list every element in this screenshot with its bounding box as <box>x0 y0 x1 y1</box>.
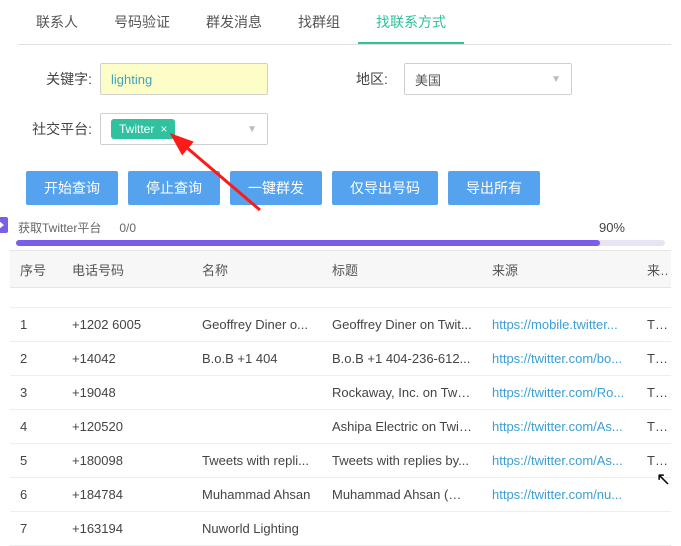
cell-name: Tweets with repli... <box>192 453 322 468</box>
status-label: 获取Twitter平台 <box>18 219 101 236</box>
cell-extra: Tv <box>637 317 667 332</box>
table-row[interactable]: 5+180098Tweets with repli...Tweets with … <box>10 444 671 478</box>
status-counter: 0/0 <box>119 221 136 235</box>
results-table: 序号 电话号码 名称 标题 来源 来 1+1202 6005Geoffrey D… <box>10 250 671 546</box>
platform-select[interactable]: Twitter × ▼ <box>100 113 268 145</box>
col-name: 名称 <box>192 260 322 279</box>
export-all-button[interactable]: 导出所有 <box>448 171 540 205</box>
progress-track <box>16 240 665 246</box>
cell-index: 7 <box>10 521 62 536</box>
action-buttons: 开始查询 停止查询 一键群发 仅导出号码 导出所有 <box>10 171 671 215</box>
tab-findgroup[interactable]: 找群组 <box>280 2 358 44</box>
col-source: 来源 <box>482 260 637 279</box>
cell-title: Tweets with replies by... <box>322 453 482 468</box>
cell-phone: +163194 <box>62 521 192 536</box>
region-label: 地区: <box>356 69 396 89</box>
cell-index: 3 <box>10 385 62 400</box>
cell-name: Nuworld Lighting <box>192 521 322 536</box>
progress-bar <box>16 240 600 246</box>
keyword-input[interactable] <box>100 63 268 95</box>
cell-source[interactable]: https://twitter.com/bo... <box>482 351 637 366</box>
cell-phone: +14042 <box>62 351 192 366</box>
tab-bar: 联系人 号码验证 群发消息 找群组 找联系方式 <box>18 6 671 45</box>
table-row[interactable]: 1+1202 6005Geoffrey Diner o...Geoffrey D… <box>10 308 671 342</box>
region-value: 美国 <box>415 70 441 89</box>
cell-source[interactable]: https://twitter.com/Ro... <box>482 385 637 400</box>
platform-label: 社交平台: <box>26 119 92 139</box>
table-header: 序号 电话号码 名称 标题 来源 来 <box>10 250 671 288</box>
table-row[interactable]: 7+163194Nuworld Lighting <box>10 512 671 546</box>
cell-name: Geoffrey Diner o... <box>192 317 322 332</box>
stop-query-button[interactable]: 停止查询 <box>128 171 220 205</box>
tab-verify[interactable]: 号码验证 <box>96 2 188 44</box>
start-query-button[interactable]: 开始查询 <box>26 171 118 205</box>
cell-source[interactable]: https://mobile.twitter... <box>482 317 637 332</box>
filter-panel: 关键字: 地区: 美国 ▼ 社交平台: Twitter × ▼ <box>10 45 671 171</box>
cell-phone: +120520 <box>62 419 192 434</box>
chevron-down-icon: ▼ <box>247 124 257 135</box>
cell-title: Ashipa Electric on Twit... <box>322 419 482 434</box>
cell-index: 5 <box>10 453 62 468</box>
cell-title: B.o.B +1 404-236-612... <box>322 351 482 366</box>
tag-close-icon[interactable]: × <box>160 122 167 136</box>
chevron-down-icon: ▼ <box>551 74 561 85</box>
cell-phone: +1202 6005 <box>62 317 192 332</box>
export-numbers-button[interactable]: 仅导出号码 <box>332 171 438 205</box>
cell-index: 1 <box>10 317 62 332</box>
cell-extra: Tv <box>637 419 667 434</box>
cell-source[interactable]: https://twitter.com/As... <box>482 453 637 468</box>
table-spacer <box>10 288 671 308</box>
progress-percent: 90% <box>599 220 625 235</box>
platform-tag-label: Twitter <box>119 122 154 136</box>
cell-title: Geoffrey Diner on Twit... <box>322 317 482 332</box>
cell-extra: Tv <box>637 351 667 366</box>
cell-name: B.o.B +1 404 <box>192 351 322 366</box>
status-row: 获取Twitter平台 0/0 90% <box>10 215 671 240</box>
table-row[interactable]: 3+19048 Rockaway, Inc. on Twit...https://… <box>10 376 671 410</box>
play-icon[interactable] <box>0 217 8 233</box>
col-extra: 来 <box>637 260 667 279</box>
region-select[interactable]: 美国 ▼ <box>404 63 572 95</box>
table-row[interactable]: 2+14042B.o.B +1 404B.o.B +1 404-236-612.… <box>10 342 671 376</box>
cell-extra: Tv <box>637 453 667 468</box>
cell-extra: Tv <box>637 385 667 400</box>
cell-title: Rockaway, Inc. on Twit... <box>322 385 482 400</box>
table-row[interactable]: 6+184784Muhammad AhsanMuhammad Ahsan (@.… <box>10 478 671 512</box>
tab-findcontact[interactable]: 找联系方式 <box>358 2 464 44</box>
cell-index: 2 <box>10 351 62 366</box>
col-index: 序号 <box>10 260 62 279</box>
col-title: 标题 <box>322 260 482 279</box>
platform-tag: Twitter × <box>111 119 175 139</box>
keyword-label: 关键字: <box>26 69 92 89</box>
cell-source[interactable]: https://twitter.com/As... <box>482 419 637 434</box>
table-row[interactable]: 4+120520 Ashipa Electric on Twit...https:… <box>10 410 671 444</box>
cell-phone: +19048 <box>62 385 192 400</box>
tab-broadcast[interactable]: 群发消息 <box>188 2 280 44</box>
cell-index: 4 <box>10 419 62 434</box>
broadcast-button[interactable]: 一键群发 <box>230 171 322 205</box>
cell-phone: +180098 <box>62 453 192 468</box>
table-body: 1+1202 6005Geoffrey Diner o...Geoffrey D… <box>10 288 671 546</box>
tab-contacts[interactable]: 联系人 <box>18 2 96 44</box>
col-phone: 电话号码 <box>62 260 192 279</box>
